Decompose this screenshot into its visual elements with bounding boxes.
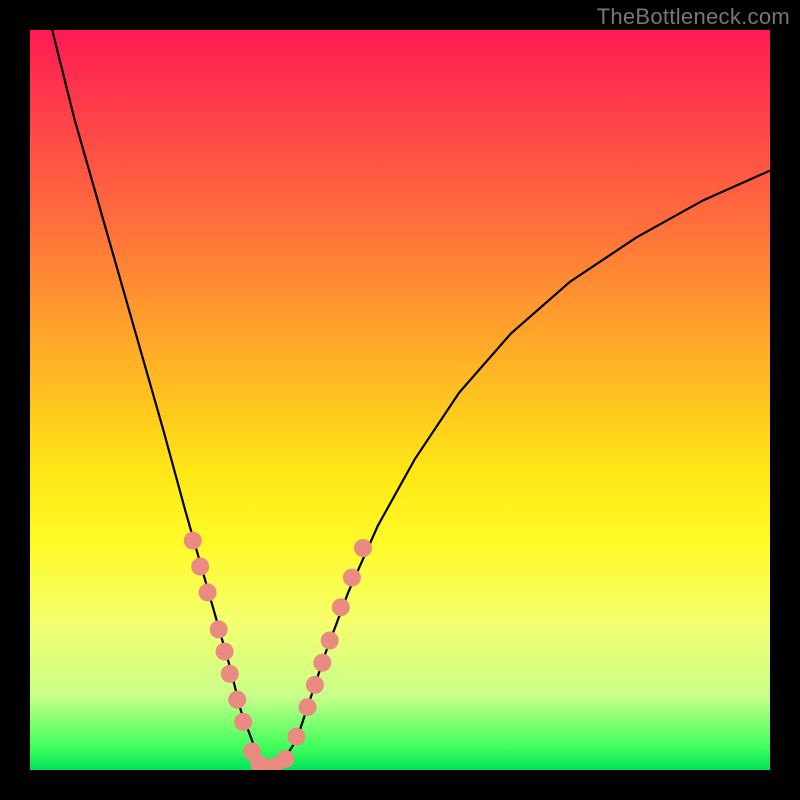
watermark-text: TheBottleneck.com [597,4,790,30]
data-marker [332,598,350,616]
chart-plot-area [30,30,770,770]
data-marker [276,750,294,768]
data-marker [210,620,228,638]
data-marker [191,558,209,576]
data-marker [299,698,317,716]
data-marker [343,569,361,587]
outer-frame: TheBottleneck.com [0,0,800,800]
data-marker [184,532,202,550]
marker-layer [184,532,372,770]
data-marker [306,676,324,694]
data-marker [287,728,305,746]
chart-svg [30,30,770,770]
data-marker [354,539,372,557]
data-marker [228,691,246,709]
data-marker [313,654,331,672]
data-marker [199,583,217,601]
data-marker [321,632,339,650]
data-marker [221,665,239,683]
data-marker [234,713,252,731]
data-marker [216,643,234,661]
bottleneck-curve [52,30,770,770]
